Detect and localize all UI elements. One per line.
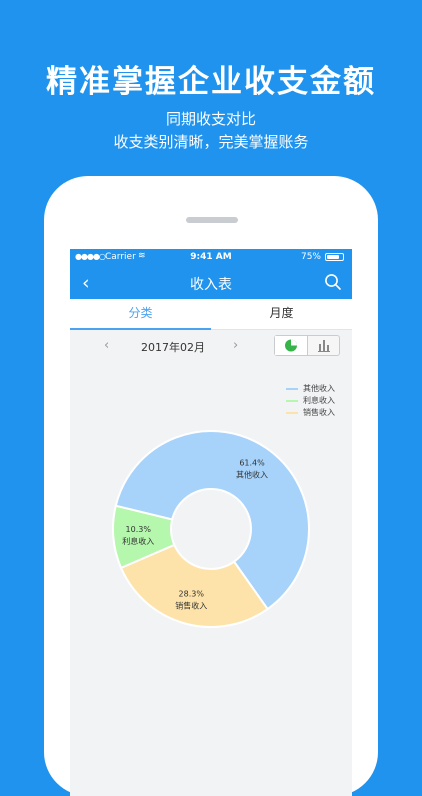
tab-category[interactable]: 分类 <box>70 299 211 330</box>
next-month-button[interactable]: › <box>233 338 238 353</box>
pie-chart-icon <box>285 339 297 352</box>
legend-swatch <box>286 388 298 390</box>
phone-speaker <box>186 217 238 223</box>
legend-label: 其他收入 <box>303 384 335 393</box>
month-selector: ‹ 2017年02月 › <box>70 330 352 364</box>
bar-chart-icon <box>318 340 330 352</box>
donut-chart-area: 61.4% 其他收入 10.3% 利息收入 28.3% 销售收入 <box>70 414 352 674</box>
tab-monthly[interactable]: 月度 <box>211 299 352 329</box>
page-title: 收入表 <box>190 277 232 293</box>
slice-percent-label: 28.3% <box>179 589 205 598</box>
tab-category-label: 分类 <box>128 306 153 320</box>
phone-frame: ●●●●○ Carrier ≋ 9:41 AM 75% ‹ 收入表 分类 月度 <box>44 176 378 796</box>
promo-subtitle-1: 同期收支对比 <box>165 110 256 128</box>
battery-percent: 75% <box>300 252 321 262</box>
legend-swatch <box>286 400 298 402</box>
status-bar: ●●●●○ Carrier ≋ 9:41 AM 75% <box>70 249 352 265</box>
slice-name-label: 利息收入 <box>122 536 154 546</box>
app-screen: ●●●●○ Carrier ≋ 9:41 AM 75% ‹ 收入表 分类 月度 <box>70 249 352 796</box>
prev-month-button[interactable]: ‹ <box>104 338 109 353</box>
legend-item: 其他收入 <box>286 383 335 395</box>
chart-type-toggle <box>274 335 340 356</box>
slice-percent-label: 10.3% <box>126 525 152 534</box>
tab-monthly-label: 月度 <box>269 306 294 320</box>
nav-bar: ‹ 收入表 <box>70 265 352 299</box>
legend-label: 利息收入 <box>303 396 335 405</box>
promo-subtitle-2: 收支类别清晰，完美掌握账务 <box>113 133 309 151</box>
battery-icon <box>325 253 344 261</box>
current-month: 2017年02月 <box>141 341 205 354</box>
pie-view-button[interactable] <box>275 336 308 355</box>
slice-name-label: 销售收入 <box>175 600 207 610</box>
promo-headline: 精准掌握企业收支金额 <box>46 64 376 100</box>
legend-item: 利息收入 <box>286 395 335 407</box>
bar-view-button[interactable] <box>308 336 340 355</box>
donut-chart: 61.4% 其他收入 10.3% 利息收入 28.3% 销售收入 <box>112 430 310 628</box>
search-icon[interactable] <box>324 273 342 291</box>
tab-bar: 分类 月度 <box>70 299 352 330</box>
slice-percent-label: 61.4% <box>239 459 265 468</box>
slice-name-label: 其他收入 <box>236 470 268 480</box>
